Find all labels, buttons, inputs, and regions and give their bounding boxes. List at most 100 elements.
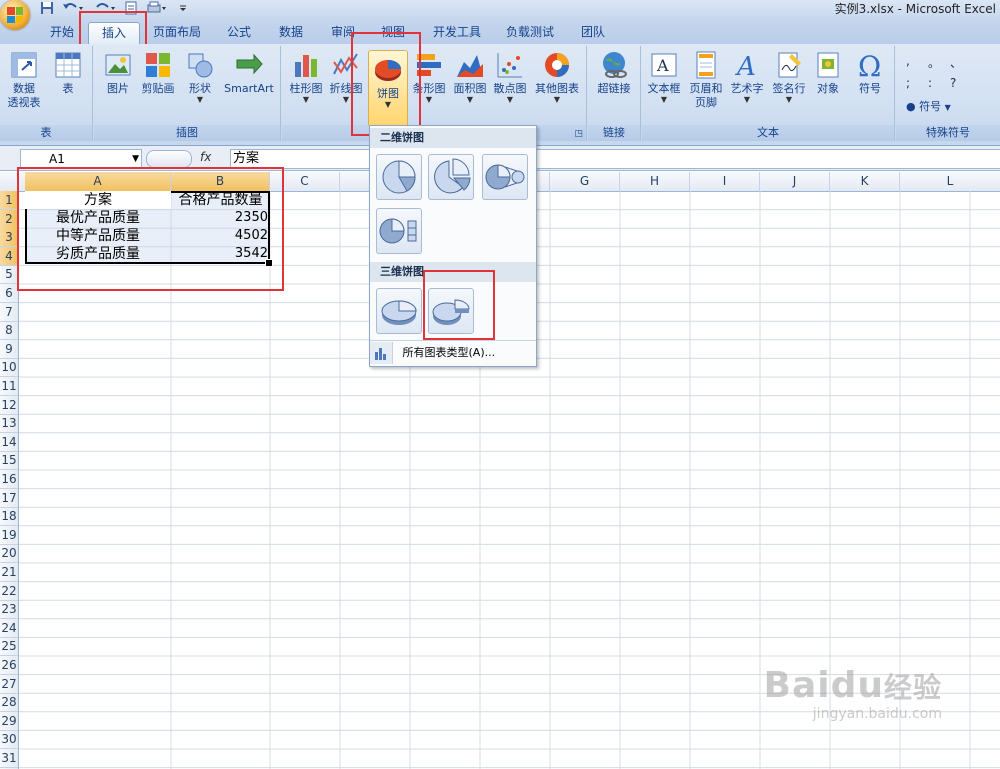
table-button[interactable]: 表 <box>48 50 88 96</box>
customize-qat-icon[interactable] <box>178 1 188 15</box>
pie-of-pie-icon[interactable] <box>482 154 528 200</box>
row-header-27[interactable]: 27 <box>0 675 18 694</box>
highlight-pie-button <box>351 32 421 136</box>
area-chart-button[interactable]: 面积图 ▼ <box>450 50 490 104</box>
scatter-chart-button[interactable]: 散点图 ▼ <box>490 50 530 104</box>
signature-line-button[interactable]: 签名行 ▼ <box>768 50 810 104</box>
row-header-20[interactable]: 20 <box>0 544 18 564</box>
name-box-dropdown-icon[interactable]: ▼ <box>132 150 139 168</box>
tab-page-layout[interactable]: 页面布局 <box>146 22 208 43</box>
tab-load-test[interactable]: 负载测试 <box>498 22 562 43</box>
row-header-19[interactable]: 19 <box>0 526 18 545</box>
special-char-period[interactable]: 。 <box>928 54 940 71</box>
hyperlink-button[interactable]: 超链接 <box>592 50 636 96</box>
row-header-1[interactable]: 1 <box>0 191 18 210</box>
all-chart-types-link[interactable]: 所有图表类型(A)... <box>370 340 536 365</box>
insert-function-icon[interactable]: fx <box>200 150 211 164</box>
column-header-k[interactable]: K <box>830 172 900 191</box>
row-header-16[interactable]: 16 <box>0 470 18 489</box>
row-header-13[interactable]: 13 <box>0 414 18 434</box>
bar-of-pie-icon[interactable] <box>376 208 422 254</box>
omega-icon: Ω <box>855 50 885 83</box>
group-special-chars: , 。 、 ; : ? ● 符号 ▼ 特殊符号 <box>896 46 1000 141</box>
column-chart-button[interactable]: 柱形图 ▼ <box>286 50 326 104</box>
column-header-g[interactable]: G <box>550 172 620 191</box>
special-char-dunhao[interactable]: 、 <box>950 54 962 71</box>
tab-home[interactable]: 开始 <box>40 22 84 43</box>
row-header-29[interactable]: 29 <box>0 712 18 731</box>
column-chart-icon <box>291 50 321 80</box>
object-button[interactable]: 对象 <box>810 50 846 96</box>
tab-data[interactable]: 数据 <box>270 22 312 43</box>
office-logo-icon <box>7 7 23 23</box>
row-header-24[interactable]: 24 <box>0 619 18 638</box>
row-header-10[interactable]: 10 <box>0 358 18 378</box>
row-header-6[interactable]: 6 <box>0 284 18 303</box>
charts-dialog-launcher-icon[interactable]: ◳ <box>574 129 583 139</box>
picture-button[interactable]: 图片 <box>100 50 136 96</box>
area-chart-dropdown-icon: ▼ <box>466 95 474 104</box>
row-header-8[interactable]: 8 <box>0 321 18 341</box>
row-header-28[interactable]: 28 <box>0 693 18 713</box>
row-header-3[interactable]: 3 <box>0 228 18 248</box>
all-chart-types-label: 所有图表类型(A)... <box>402 346 496 359</box>
special-char-question[interactable]: ? <box>950 76 956 90</box>
tab-team[interactable]: 团队 <box>572 22 614 43</box>
quick-print-icon[interactable] <box>146 1 168 15</box>
row-header-31[interactable]: 31 <box>0 749 18 768</box>
row-header-14[interactable]: 14 <box>0 433 18 452</box>
row-header-21[interactable]: 21 <box>0 563 18 582</box>
header-footer-button[interactable]: 页眉和 页脚 <box>686 50 726 110</box>
row-header-4[interactable]: 4 <box>0 246 18 266</box>
formula-bar-toggle[interactable] <box>146 150 192 168</box>
row-header-18[interactable]: 18 <box>0 507 18 527</box>
row-header-15[interactable]: 15 <box>0 451 18 471</box>
formula-input[interactable]: 方案 <box>230 149 1000 169</box>
header-footer-label-1: 页眉和 <box>689 82 723 95</box>
column-header-l[interactable]: L <box>900 172 1000 191</box>
symbol-button[interactable]: Ω 符号 <box>850 50 890 96</box>
wordart-icon: A <box>732 50 762 82</box>
special-char-comma[interactable]: , <box>906 54 910 68</box>
name-box[interactable]: A1 ▼ <box>20 149 142 169</box>
row-header-5[interactable]: 5 <box>0 265 18 285</box>
special-char-semicolon[interactable]: ; <box>906 76 910 90</box>
exploded-pie-2d-icon[interactable] <box>428 154 474 200</box>
table-icon <box>53 50 83 80</box>
column-chart-dropdown-icon: ▼ <box>302 95 310 104</box>
wordart-button[interactable]: A 艺术字 ▼ <box>726 50 768 104</box>
pie-2d-icon[interactable] <box>376 154 422 200</box>
signature-line-dropdown-icon: ▼ <box>785 95 793 104</box>
row-header-17[interactable]: 17 <box>0 489 18 508</box>
row-header-30[interactable]: 30 <box>0 730 18 750</box>
row-header-22[interactable]: 22 <box>0 582 18 601</box>
tab-developer[interactable]: 开发工具 <box>426 22 488 43</box>
row-header-9[interactable]: 9 <box>0 340 18 359</box>
office-button[interactable] <box>0 0 30 30</box>
clipart-button[interactable]: 剪贴画 <box>138 50 178 96</box>
save-icon[interactable] <box>40 1 54 15</box>
row-header-26[interactable]: 26 <box>0 656 18 675</box>
column-header-j[interactable]: J <box>760 172 830 191</box>
column-header-i[interactable]: I <box>690 172 760 191</box>
pivottable-label-2: 透视表 <box>7 96 41 109</box>
pivottable-button[interactable]: 数据 透视表 <box>2 50 46 110</box>
row-header-11[interactable]: 11 <box>0 377 18 396</box>
row-header-23[interactable]: 23 <box>0 600 18 620</box>
row-header-25[interactable]: 25 <box>0 637 18 657</box>
row-header-7[interactable]: 7 <box>0 303 18 322</box>
window-title: 实例3.xlsx - Microsoft Excel <box>834 2 996 16</box>
shapes-button[interactable]: 形状 ▼ <box>182 50 218 104</box>
smartart-button[interactable]: SmartArt <box>222 50 276 96</box>
textbox-button[interactable]: A 文本框 ▼ <box>644 50 684 104</box>
special-char-colon[interactable]: : <box>928 76 932 90</box>
row-header-2[interactable]: 2 <box>0 209 18 229</box>
picture-icon <box>103 50 133 80</box>
special-symbol-button[interactable]: ● 符号 ▼ <box>906 98 951 114</box>
tab-formulas[interactable]: 公式 <box>218 22 260 43</box>
hyperlink-label: 超链接 <box>597 82 631 95</box>
row-header-12[interactable]: 12 <box>0 396 18 415</box>
pie-3d-icon[interactable] <box>376 288 422 334</box>
column-header-h[interactable]: H <box>620 172 690 191</box>
other-charts-button[interactable]: 其他图表 ▼ <box>532 50 582 104</box>
